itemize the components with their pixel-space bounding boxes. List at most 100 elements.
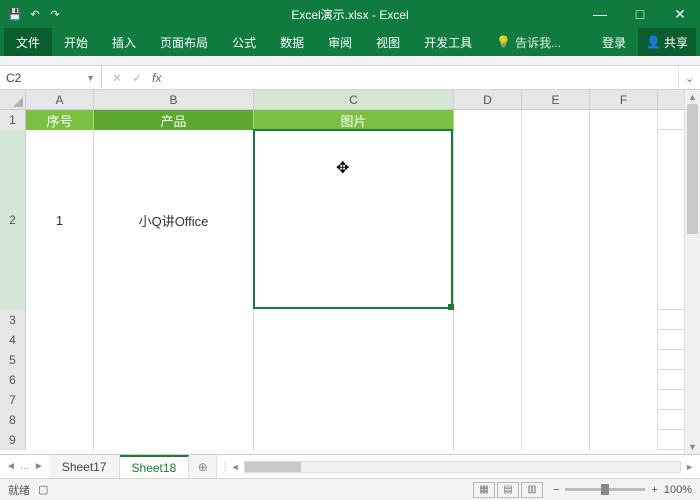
zoom-out-button[interactable]: − — [553, 484, 559, 496]
nav-first-icon[interactable]: ◄ — [6, 461, 16, 472]
row-header-8[interactable]: 8 — [0, 410, 26, 430]
cell-E6[interactable] — [522, 370, 590, 390]
cell-B7[interactable] — [94, 390, 254, 410]
expand-formula-icon[interactable]: ⌄ — [678, 66, 700, 89]
cell-E5[interactable] — [522, 350, 590, 370]
close-button[interactable]: ✕ — [660, 0, 700, 28]
cell-A6[interactable] — [26, 370, 94, 390]
cell-E2[interactable] — [522, 130, 590, 310]
cell-C7[interactable] — [254, 390, 454, 410]
cell-F7[interactable] — [590, 390, 658, 410]
cell-A8[interactable] — [26, 410, 94, 430]
cell-C2[interactable] — [254, 130, 454, 310]
col-header-D[interactable]: D — [454, 90, 522, 109]
cell-A1[interactable]: 序号 — [26, 110, 94, 130]
save-icon[interactable]: 💾 — [8, 7, 22, 21]
h-scroll-thumb[interactable] — [245, 462, 301, 472]
row-header-7[interactable]: 7 — [0, 390, 26, 410]
tab-review[interactable]: 审阅 — [316, 28, 364, 56]
cell-D3[interactable] — [454, 310, 522, 330]
sheet-tab-active[interactable]: Sheet18 — [120, 455, 190, 478]
sheet-nav[interactable]: ◄ … ► — [0, 455, 50, 478]
scroll-left-icon[interactable]: ◄ — [231, 462, 240, 472]
cell-B5[interactable] — [94, 350, 254, 370]
cell-D6[interactable] — [454, 370, 522, 390]
cell-E1[interactable] — [522, 110, 590, 130]
zoom-in-button[interactable]: + — [651, 484, 657, 496]
cell-C3[interactable] — [254, 310, 454, 330]
tab-page-layout[interactable]: 页面布局 — [148, 28, 220, 56]
cell-B8[interactable] — [94, 410, 254, 430]
chevron-down-icon[interactable]: ▼ — [86, 73, 95, 83]
row-header-6[interactable]: 6 — [0, 370, 26, 390]
select-all-corner[interactable] — [0, 90, 26, 109]
tab-insert[interactable]: 插入 — [100, 28, 148, 56]
cell-A3[interactable] — [26, 310, 94, 330]
cell-F6[interactable] — [590, 370, 658, 390]
nav-last-icon[interactable]: ► — [34, 461, 44, 472]
row-header-1[interactable]: 1 — [0, 110, 26, 130]
cell-F3[interactable] — [590, 310, 658, 330]
cell-C1[interactable]: 图片 — [254, 110, 454, 130]
col-header-F[interactable]: F — [590, 90, 658, 109]
view-normal-icon[interactable]: ▦ — [473, 482, 495, 498]
redo-icon[interactable]: ↷ — [48, 7, 62, 21]
cell-A9[interactable] — [26, 430, 94, 450]
col-header-C[interactable]: C — [254, 90, 454, 109]
sheet-tab-prev[interactable]: Sheet17 — [50, 455, 120, 478]
enter-icon[interactable]: ✓ — [132, 71, 142, 85]
cell-A4[interactable] — [26, 330, 94, 350]
cell-B9[interactable] — [94, 430, 254, 450]
row-header-4[interactable]: 4 — [0, 330, 26, 350]
cell-E7[interactable] — [522, 390, 590, 410]
row-header-5[interactable]: 5 — [0, 350, 26, 370]
cell-A2[interactable]: 1 — [26, 130, 94, 310]
row-header-2[interactable]: 2 — [0, 130, 26, 310]
tell-me[interactable]: 💡 告诉我... — [484, 28, 573, 56]
cell-E8[interactable] — [522, 410, 590, 430]
tab-formulas[interactable]: 公式 — [220, 28, 268, 56]
row-header-3[interactable]: 3 — [0, 310, 26, 330]
cell-A7[interactable] — [26, 390, 94, 410]
cell-C4[interactable] — [254, 330, 454, 350]
tab-file[interactable]: 文件 — [4, 28, 52, 56]
row-header-9[interactable]: 9 — [0, 430, 26, 450]
view-page-icon[interactable]: ▤ — [497, 482, 519, 498]
col-header-E[interactable]: E — [522, 90, 590, 109]
name-box[interactable]: C2 ▼ — [0, 66, 102, 89]
cell-D8[interactable] — [454, 410, 522, 430]
add-sheet-button[interactable]: ⊕ — [189, 455, 217, 478]
cell-C6[interactable] — [254, 370, 454, 390]
cell-F5[interactable] — [590, 350, 658, 370]
cell-E9[interactable] — [522, 430, 590, 450]
share-button[interactable]: 👤 共享 — [638, 28, 696, 56]
cell-B2[interactable]: 小Q讲Office — [94, 130, 254, 310]
tab-view[interactable]: 视图 — [364, 28, 412, 56]
zoom-level[interactable]: 100% — [664, 484, 692, 496]
cell-E4[interactable] — [522, 330, 590, 350]
tab-developer[interactable]: 开发工具 — [412, 28, 484, 56]
tab-data[interactable]: 数据 — [268, 28, 316, 56]
cell-A5[interactable] — [26, 350, 94, 370]
cell-E3[interactable] — [522, 310, 590, 330]
cell-C8[interactable] — [254, 410, 454, 430]
scroll-down-icon[interactable]: ▼ — [685, 440, 700, 454]
view-break-icon[interactable]: ▥ — [521, 482, 543, 498]
cell-D9[interactable] — [454, 430, 522, 450]
cell-C9[interactable] — [254, 430, 454, 450]
cell-B1[interactable]: 产品 — [94, 110, 254, 130]
zoom-slider[interactable] — [565, 488, 645, 491]
col-header-B[interactable]: B — [94, 90, 254, 109]
cell-F1[interactable] — [590, 110, 658, 130]
cell-D1[interactable] — [454, 110, 522, 130]
scroll-up-icon[interactable]: ▲ — [685, 90, 700, 104]
maximize-button[interactable]: □ — [620, 0, 660, 28]
cell-F9[interactable] — [590, 430, 658, 450]
horizontal-scrollbar[interactable]: ⁞ ◄ ► — [217, 455, 700, 478]
login-button[interactable]: 登录 — [590, 28, 638, 56]
cell-F4[interactable] — [590, 330, 658, 350]
minimize-button[interactable]: — — [580, 0, 620, 28]
cell-B3[interactable] — [94, 310, 254, 330]
col-header-A[interactable]: A — [26, 90, 94, 109]
scroll-thumb[interactable] — [687, 104, 698, 234]
